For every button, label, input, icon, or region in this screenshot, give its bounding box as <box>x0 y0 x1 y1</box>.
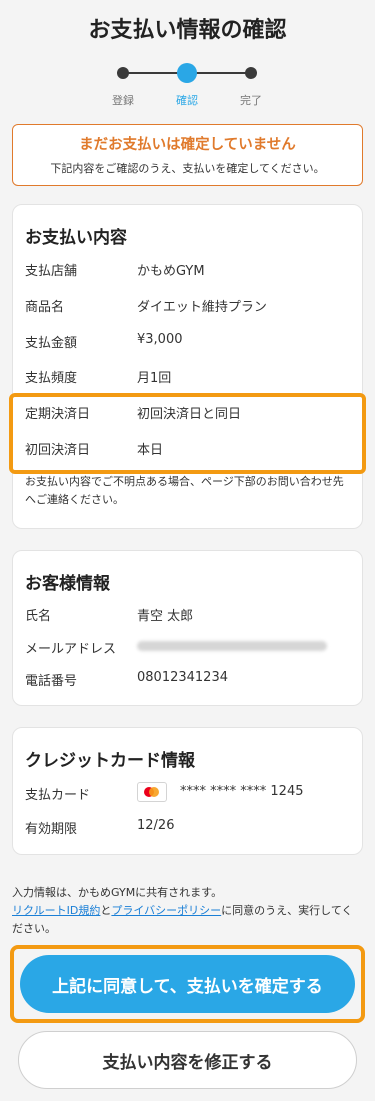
email-redacted <box>137 638 327 653</box>
card-label: 支払カード <box>25 788 91 803</box>
step-label-confirm: 確認 <box>176 94 198 107</box>
detail-value: 本日 <box>137 443 164 458</box>
consent-line1: 入力情報は、かもめGYMに共有されます。 <box>12 886 223 899</box>
detail-value: ¥3,000 <box>137 332 183 347</box>
payment-details-heading: お支払い内容 <box>25 228 127 248</box>
detail-value: 初回決済日と同日 <box>137 407 242 422</box>
privacy-policy-link[interactable]: プライバシーポリシー <box>111 904 221 917</box>
edit-payment-button[interactable]: 支払い内容を修正する <box>18 1031 357 1089</box>
consent-text: 入力情報は、かもめGYMに共有されます。 リクルートID規約とプライバシーポリシ… <box>12 884 363 938</box>
consent-and: と <box>100 904 112 917</box>
card-row-number: 支払カード **** **** **** 1245 <box>25 782 350 804</box>
warning-title: まだお支払いは確定していません <box>79 137 296 153</box>
card-row-expiry: 有効期限 12/26 <box>25 818 350 838</box>
payment-note: お支払い内容でご不明点ある場合、ページ下部のお問い合わせ先へご連絡ください。 <box>25 475 344 506</box>
page-title: お支払い情報の確認 <box>88 18 287 43</box>
warning-subtitle: 下記内容をご確認のうえ、支払いを確定してください。 <box>50 162 325 175</box>
detail-label: 定期決済日 <box>25 407 91 422</box>
detail-label: 初回決済日 <box>25 443 91 458</box>
customer-row-email: メールアドレス <box>25 638 350 658</box>
step-dot-register <box>117 67 129 79</box>
step-label-register: 登録 <box>112 94 134 107</box>
credit-card-heading: クレジットカード情報 <box>25 751 195 771</box>
customer-phone: 08012341234 <box>137 670 228 685</box>
detail-row-amount: 支払金額 ¥3,000 <box>25 332 350 352</box>
step-label-complete: 完了 <box>240 94 262 107</box>
terms-link[interactable]: リクルートID規約 <box>12 904 100 917</box>
detail-label: 支払店舗 <box>25 264 78 279</box>
customer-row-phone: 電話番号 08012341234 <box>25 670 350 690</box>
confirm-payment-button[interactable]: 上記に同意して、支払いを確定する <box>20 955 355 1013</box>
customer-label: メールアドレス <box>25 642 117 657</box>
unconfirmed-warning: まだお支払いは確定していません 下記内容をご確認のうえ、支払いを確定してください… <box>12 124 363 186</box>
payment-details-card: お支払い内容 支払店舗 かもめGYM 商品名 ダイエット維持プラン 支払金額 ¥… <box>9 204 366 529</box>
detail-value: ダイエット維持プラン <box>137 300 267 315</box>
customer-info-heading: お客様情報 <box>25 574 110 594</box>
detail-row-recurring-date: 定期決済日 初回決済日と同日 <box>25 403 350 423</box>
detail-row-store: 支払店舗 かもめGYM <box>25 260 350 280</box>
detail-value: 月1回 <box>137 371 172 386</box>
customer-name: 青空 太郎 <box>137 609 194 624</box>
confirm-button-highlight: 上記に同意して、支払いを確定する <box>10 945 365 1023</box>
detail-row-frequency: 支払頻度 月1回 <box>25 367 350 387</box>
card-number: **** **** **** 1245 <box>180 784 304 799</box>
detail-label: 支払頻度 <box>25 371 78 386</box>
detail-label: 支払金額 <box>25 336 78 351</box>
step-dot-complete <box>245 67 257 79</box>
customer-label: 電話番号 <box>25 674 78 689</box>
detail-label: 商品名 <box>25 300 65 315</box>
card-label: 有効期限 <box>25 822 78 837</box>
credit-card-info-card: クレジットカード情報 支払カード **** **** **** 1245 有効期… <box>12 727 363 855</box>
customer-label: 氏名 <box>25 609 52 624</box>
mastercard-icon <box>137 782 167 802</box>
progress-stepper: 登録 確認 完了 <box>0 60 375 118</box>
step-dot-confirm <box>177 63 197 83</box>
customer-row-name: 氏名 青空 太郎 <box>25 605 350 625</box>
detail-value: かもめGYM <box>137 264 205 279</box>
customer-info-card: お客様情報 氏名 青空 太郎 メールアドレス 電話番号 08012341234 <box>12 550 363 706</box>
card-expiry: 12/26 <box>137 818 175 833</box>
detail-row-first-date: 初回決済日 本日 <box>25 439 350 459</box>
detail-row-product: 商品名 ダイエット維持プラン <box>25 296 350 316</box>
